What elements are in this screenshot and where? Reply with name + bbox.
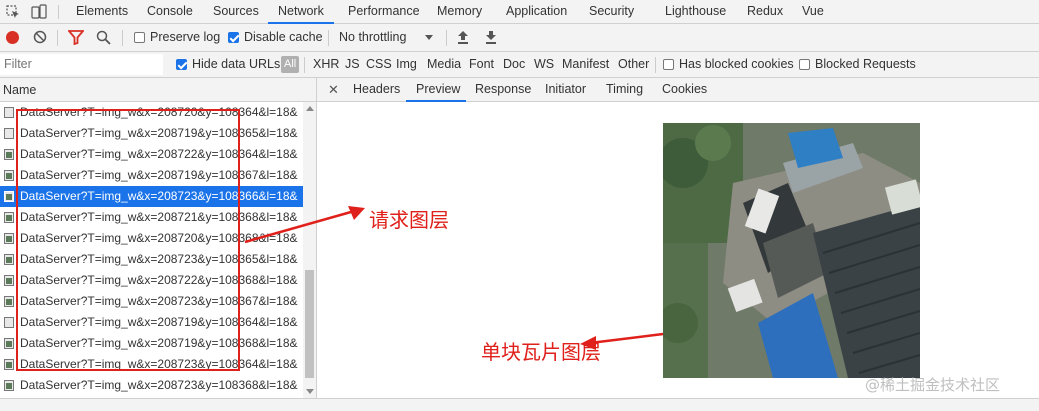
- annotation-highlight-box: [16, 109, 240, 371]
- tab-redux[interactable]: Redux: [747, 0, 783, 24]
- blocked-requests-label: Blocked Requests: [815, 57, 916, 71]
- image-file-icon: [4, 275, 14, 286]
- annotation-single-tile: 单块瓦片图层: [481, 340, 601, 364]
- watermark: @稀土掘金技术社区: [865, 376, 1001, 394]
- search-icon[interactable]: [96, 30, 111, 45]
- export-har-icon[interactable]: [485, 30, 497, 45]
- tab-preview[interactable]: Preview: [406, 78, 466, 102]
- checkbox-box: [228, 32, 239, 43]
- record-icon[interactable]: [6, 31, 19, 44]
- image-file-icon: [4, 212, 14, 223]
- request-row[interactable]: DataServer?T=img_w&x=208723&y=108368&l=1…: [0, 375, 303, 396]
- filter-icon[interactable]: [67, 30, 85, 46]
- network-toolbar: Preserve log Disable cache No throttling: [0, 24, 1039, 52]
- filter-media[interactable]: Media: [427, 52, 461, 77]
- has-blocked-cookies-checkbox[interactable]: Has blocked cookies: [663, 52, 794, 77]
- checkbox-box: [134, 32, 145, 43]
- request-name: DataServer?T=img_w&x=208723&y=108368&l=1…: [20, 378, 298, 392]
- filter-other[interactable]: Other: [618, 52, 649, 77]
- name-column-header[interactable]: Name: [0, 78, 316, 102]
- tab-memory[interactable]: Memory: [437, 0, 482, 24]
- inspect-element-icon[interactable]: [6, 5, 20, 19]
- status-bar: [0, 398, 1039, 411]
- tab-network[interactable]: Network: [268, 0, 334, 24]
- checkbox-box: [799, 59, 810, 70]
- filter-divider: [304, 57, 305, 73]
- annotation-request-layer: 请求图层: [369, 208, 449, 232]
- document-file-icon: [4, 128, 14, 139]
- filter-bar: Filter Hide data URLs All XHR JS CSS Img…: [0, 52, 1039, 78]
- filter-js[interactable]: JS: [345, 52, 360, 77]
- devtools-tab-bar: Elements Console Sources Network Perform…: [0, 0, 1039, 24]
- image-file-icon: [4, 359, 14, 370]
- filter-css[interactable]: CSS: [366, 52, 392, 77]
- disable-cache-checkbox[interactable]: Disable cache: [228, 24, 323, 51]
- filter-ws[interactable]: WS: [534, 52, 554, 77]
- checkbox-box: [176, 59, 187, 70]
- tab-security[interactable]: Security: [589, 0, 634, 24]
- toolbar-divider: [328, 30, 329, 46]
- filter-xhr[interactable]: XHR: [313, 52, 339, 77]
- tab-application[interactable]: Application: [506, 0, 567, 24]
- tab-initiator[interactable]: Initiator: [545, 78, 586, 101]
- hide-data-urls-label: Hide data URLs: [192, 57, 281, 71]
- image-file-icon: [4, 254, 14, 265]
- filter-manifest[interactable]: Manifest: [562, 52, 609, 77]
- document-file-icon: [4, 317, 14, 328]
- tile-preview-image: [663, 123, 920, 378]
- annotation-arrow: [244, 206, 365, 244]
- has-blocked-cookies-label: Has blocked cookies: [679, 57, 794, 71]
- toolbar-divider: [122, 30, 123, 46]
- image-file-icon: [4, 191, 14, 202]
- preserve-log-checkbox[interactable]: Preserve log: [134, 24, 220, 51]
- image-file-icon: [4, 170, 14, 181]
- throttling-select[interactable]: No throttling: [339, 24, 406, 51]
- image-file-icon: [4, 380, 14, 391]
- scroll-up-icon[interactable]: [306, 106, 314, 111]
- filter-font[interactable]: Font: [469, 52, 494, 77]
- document-file-icon: [4, 107, 14, 118]
- close-icon[interactable]: ✕: [328, 78, 339, 101]
- detail-tab-bar: ✕ Headers Preview Response Initiator Tim…: [317, 78, 1039, 102]
- toolbar-divider: [446, 30, 447, 46]
- filter-doc[interactable]: Doc: [503, 52, 525, 77]
- filter-all-button[interactable]: All: [281, 56, 300, 73]
- scrollbar-thumb[interactable]: [305, 270, 314, 378]
- image-file-icon: [4, 338, 14, 349]
- tab-divider: [58, 5, 59, 19]
- image-file-icon: [4, 296, 14, 307]
- tab-performance[interactable]: Performance: [348, 0, 420, 24]
- image-file-icon: [4, 233, 14, 244]
- scroll-down-icon[interactable]: [306, 389, 314, 394]
- hide-data-urls-checkbox[interactable]: Hide data URLs: [176, 52, 280, 77]
- request-list-scrollbar[interactable]: [303, 102, 316, 398]
- tab-sources[interactable]: Sources: [213, 0, 259, 24]
- disable-cache-label: Disable cache: [244, 30, 323, 44]
- throttling-value: No throttling: [339, 30, 407, 44]
- filter-placeholder: Filter: [4, 57, 32, 71]
- device-toolbar-icon[interactable]: [31, 4, 47, 20]
- tab-headers[interactable]: Headers: [353, 78, 400, 101]
- tab-console[interactable]: Console: [147, 0, 193, 24]
- preserve-log-label: Preserve log: [150, 30, 221, 44]
- filter-divider: [655, 57, 656, 73]
- import-har-icon[interactable]: [457, 30, 469, 45]
- image-file-icon: [4, 149, 14, 160]
- checkbox-box: [663, 59, 674, 70]
- tab-elements[interactable]: Elements: [76, 0, 128, 24]
- filter-img[interactable]: Img: [396, 52, 417, 77]
- tab-timing[interactable]: Timing: [606, 78, 643, 101]
- filter-input[interactable]: Filter: [0, 54, 163, 75]
- tab-cookies[interactable]: Cookies: [662, 78, 707, 101]
- tab-response[interactable]: Response: [475, 78, 531, 101]
- toolbar-divider: [57, 30, 58, 46]
- tab-lighthouse[interactable]: Lighthouse: [665, 0, 726, 24]
- blocked-requests-checkbox[interactable]: Blocked Requests: [799, 52, 916, 77]
- chevron-down-icon[interactable]: [425, 35, 433, 40]
- clear-icon[interactable]: [33, 30, 47, 44]
- tab-vue[interactable]: Vue: [802, 0, 824, 24]
